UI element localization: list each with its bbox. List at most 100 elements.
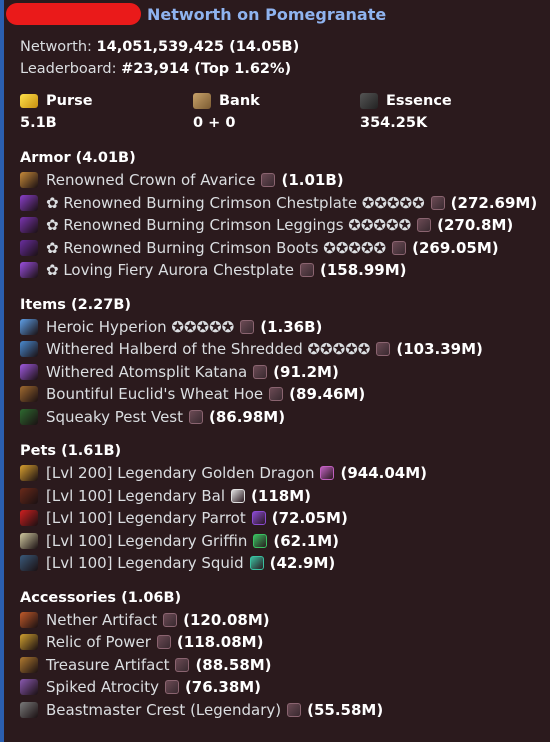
pet-item-icon	[253, 533, 268, 548]
item-price: (76.38M)	[184, 678, 262, 697]
item-icon	[20, 487, 38, 504]
bank-stat: Bank 0 + 0	[193, 90, 360, 131]
recombobulator-icon	[175, 657, 190, 672]
item-row: Renowned Crown of Avarice (1.01B)	[4, 169, 550, 192]
item-icon	[20, 634, 38, 651]
item-row: [Lvl 100] Legendary Parrot (72.05M)	[4, 507, 550, 530]
recombobulator-icon	[156, 635, 171, 650]
item-row: ✿ Loving Fiery Aurora Chestplate (158.99M…	[4, 259, 550, 282]
item-row: Spiked Atrocity (76.38M)	[4, 676, 550, 699]
section-title: Armor (4.01B)	[20, 150, 136, 166]
networth-label: Networth:	[20, 39, 92, 55]
recombobulator-icon	[392, 240, 407, 255]
gold-icon	[20, 94, 38, 108]
recombobulator-icon	[430, 195, 445, 210]
recombobulator-icon	[163, 612, 178, 627]
item-name: Beastmaster Crest (Legendary)	[46, 700, 282, 719]
pet-item-icon	[249, 556, 264, 571]
item-icon	[20, 679, 38, 696]
item-row: Treasure Artifact (88.58M)	[4, 654, 550, 677]
essence-icon	[360, 93, 378, 109]
item-row: Beastmaster Crest (Legendary) (55.58M)	[4, 699, 550, 722]
item-icon	[20, 555, 38, 572]
recombobulator-icon	[164, 680, 179, 695]
section-armor: Armor (4.01B) Renowned Crown of Avarice (1…	[4, 147, 550, 282]
section-accessories: Accessories (1.06B) Nether Artifact (120.0…	[4, 587, 550, 722]
section-title: Pets (1.61B)	[20, 443, 122, 459]
bank-value: 0 + 0	[193, 115, 236, 131]
item-icon	[20, 510, 38, 527]
pet-item-icon	[231, 488, 246, 503]
item-price: (55.58M)	[307, 700, 384, 719]
recombobulator-icon	[300, 263, 314, 278]
purse-stat: Purse 5.1B	[20, 90, 193, 131]
item-row: Squeaky Pest Vest (86.98M)	[4, 406, 550, 429]
item-price: (91.2M)	[273, 362, 339, 381]
item-price: (72.05M)	[271, 509, 348, 528]
item-icon	[20, 363, 38, 380]
section-pets: Pets (1.61B) [Lvl 200] Legendary Golden D…	[4, 440, 550, 575]
recombobulator-icon	[253, 364, 268, 379]
item-name: Renowned Crown of Avarice	[46, 171, 256, 190]
item-row: ✿ Renowned Burning Crimson Boots ✪✪✪✪✪ (2…	[4, 237, 550, 260]
recombobulator-icon	[376, 342, 391, 357]
item-icon	[20, 701, 38, 718]
bank-icon	[193, 93, 211, 109]
item-price: (1.01B)	[281, 171, 344, 190]
item-icon	[20, 408, 38, 425]
embed-title-link[interactable]: Networth on Pomegranate	[147, 5, 386, 24]
item-price: (270.8M)	[437, 216, 514, 235]
purse-value: 5.1B	[20, 115, 57, 131]
stats-row: Purse 5.1B Bank 0 + 0 Essence 354.25K	[4, 90, 550, 131]
item-name: ✿ Renowned Burning Crimson Leggings ✪✪✪✪…	[46, 216, 412, 235]
item-price: (118.08M)	[176, 633, 264, 652]
item-name: ✿ Loving Fiery Aurora Chestplate	[46, 261, 294, 280]
item-row: [Lvl 200] Legendary Golden Dragon (944.04…	[4, 462, 550, 485]
recombobulator-icon	[240, 319, 255, 334]
item-name: Squeaky Pest Vest	[46, 407, 183, 426]
recombobulator-icon	[287, 702, 302, 717]
essence-value: 354.25K	[360, 115, 428, 131]
item-price: (269.05M)	[412, 238, 499, 257]
essence-label: Essence	[386, 93, 452, 109]
item-name: Bountiful Euclid's Wheat Hoe	[46, 385, 264, 404]
item-name: Nether Artifact	[46, 610, 158, 629]
item-icon	[20, 217, 38, 234]
item-row: [Lvl 100] Legendary Griffin (62.1M)	[4, 530, 550, 553]
item-name: Withered Halberd of the Shredded ✪✪✪✪✪	[46, 340, 371, 359]
recombobulator-icon	[261, 173, 276, 188]
item-name: Relic of Power	[46, 633, 151, 652]
leaderboard-value: #23,914 (Top 1.62%)	[121, 61, 292, 77]
item-name: ✿ Renowned Burning Crimson Boots ✪✪✪✪✪	[46, 238, 387, 257]
item-row: Nether Artifact (120.08M)	[4, 609, 550, 632]
item-icon	[20, 386, 38, 403]
item-price: (103.39M)	[396, 340, 483, 359]
networth-embed: Networth on Pomegranate Networth: 14,051…	[0, 0, 550, 742]
item-price: (88.58M)	[195, 655, 272, 674]
item-icon	[20, 341, 38, 358]
leaderboard-label: Leaderboard:	[20, 61, 117, 77]
item-price: (1.36B)	[260, 317, 323, 336]
item-price: (89.46M)	[289, 385, 366, 404]
item-name: Treasure Artifact	[46, 655, 170, 674]
item-row: Heroic Hyperion ✪✪✪✪✪ (1.36B)	[4, 316, 550, 339]
item-row: [Lvl 100] Legendary Bal (118M)	[4, 485, 550, 508]
leaderboard-line: Leaderboard: #23,914 (Top 1.62%)	[4, 58, 550, 80]
pet-item-icon	[320, 466, 335, 481]
item-name: [Lvl 200] Legendary Golden Dragon	[46, 464, 315, 483]
item-row: ✿ Renowned Burning Crimson Chestplate ✪✪…	[4, 192, 550, 215]
item-name: ✿ Renowned Burning Crimson Chestplate ✪✪…	[46, 193, 425, 212]
item-price: (944.04M)	[340, 464, 428, 483]
item-price: (120.08M)	[183, 610, 270, 629]
section-title: Accessories (1.06B)	[20, 589, 182, 606]
item-name: [Lvl 100] Legendary Bal	[46, 486, 226, 505]
pet-item-icon	[251, 511, 266, 526]
essence-stat: Essence 354.25K	[360, 90, 452, 131]
item-price: (42.9M)	[269, 554, 336, 573]
item-icon	[20, 656, 38, 673]
sections-container: Armor (4.01B) Renowned Crown of Avarice (1…	[4, 147, 550, 721]
item-row: Relic of Power (118.08M)	[4, 631, 550, 654]
item-row: Withered Halberd of the Shredded ✪✪✪✪✪ (1…	[4, 338, 550, 361]
item-icon	[20, 532, 38, 549]
item-icon	[20, 318, 38, 335]
